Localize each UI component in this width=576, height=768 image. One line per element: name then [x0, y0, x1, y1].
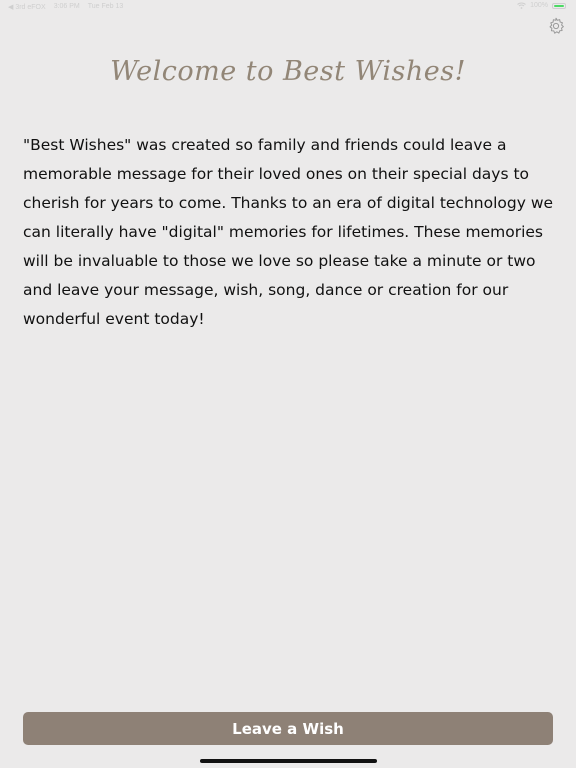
leave-a-wish-button[interactable]: Leave a Wish — [23, 712, 553, 745]
intro-text: "Best Wishes" was created so family and … — [23, 136, 554, 328]
status-bar: ◀ 3rd eFOX 3:06 PM Tue Feb 13 100% — [0, 0, 576, 14]
status-right: 100% — [517, 2, 566, 9]
battery-icon — [552, 2, 566, 9]
page-title: Welcome to Best Wishes! — [110, 56, 466, 87]
status-date: Tue Feb 13 — [87, 3, 124, 10]
battery-fill — [554, 4, 564, 7]
home-indicator — [200, 759, 377, 763]
battery-percent: 100% — [530, 2, 548, 9]
wifi-icon — [517, 2, 526, 9]
back-to-app-link[interactable]: ◀ 3rd eFOX — [8, 3, 46, 11]
status-time: 3:06 PM — [53, 3, 80, 10]
settings-button[interactable] — [546, 16, 566, 36]
gear-icon — [549, 17, 564, 34]
status-left: ◀ 3rd eFOX 3:06 PM Tue Feb 13 — [8, 3, 123, 11]
